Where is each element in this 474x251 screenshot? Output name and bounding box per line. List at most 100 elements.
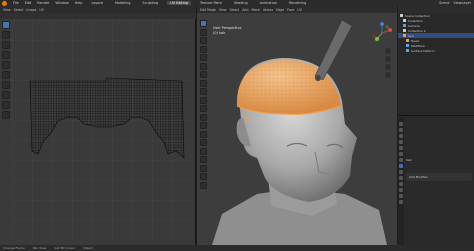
particles-tab-icon[interactable] [399, 170, 403, 174]
viewport-menu-face[interactable]: Face [287, 8, 294, 12]
uv-toolbar [2, 21, 10, 119]
menu-render[interactable]: Render [37, 1, 49, 5]
tab-shading[interactable]: Shading [231, 1, 251, 5]
add-modifier-button[interactable]: Add Modifier [406, 173, 472, 181]
shear-icon[interactable] [200, 173, 207, 180]
tab-rendering[interactable]: Rendering [286, 1, 309, 5]
uv-menu-image[interactable]: Image [26, 8, 36, 12]
scene-tab-icon[interactable] [399, 146, 403, 150]
scene-select[interactable]: Scene [439, 1, 449, 5]
select-box-icon[interactable] [200, 20, 207, 27]
relax-tool-icon[interactable] [2, 101, 10, 109]
scale-tool-icon[interactable] [2, 61, 10, 69]
zoom-icon[interactable] [385, 48, 391, 54]
viewport-menu-mesh[interactable]: Mesh [251, 8, 259, 12]
pinch-tool-icon[interactable] [2, 111, 10, 119]
status-hint-1: Change Frame [3, 246, 25, 250]
annotate-tool-icon[interactable] [2, 81, 10, 89]
3d-viewport[interactable]: Edit Mode View Select Add Mesh Vertex Ed… [197, 6, 397, 245]
outliner-type-icon [406, 44, 409, 47]
modifier-tab-icon[interactable] [399, 164, 403, 168]
view-layer-tab-icon[interactable] [399, 140, 403, 144]
scale-icon[interactable] [200, 54, 207, 61]
cursor-tool-icon[interactable] [2, 31, 10, 39]
uv-editor[interactable]: View Select Image UV [0, 6, 196, 245]
inset-icon[interactable] [200, 96, 207, 104]
poly-build-icon[interactable] [200, 130, 207, 138]
outliner-row[interactable]: Surface Deform [398, 48, 474, 53]
uv-editor-header: View Select Image UV [0, 6, 196, 13]
outliner-row-label: Collection [408, 18, 423, 23]
tab-sculpting[interactable]: Sculpting [139, 1, 161, 5]
mode-select[interactable]: Edit Mode [200, 8, 216, 12]
grab-tool-icon[interactable] [2, 91, 10, 99]
perspective-toggle-icon[interactable] [385, 72, 391, 78]
transform-tool-icon[interactable] [2, 71, 10, 79]
move-icon[interactable] [200, 37, 207, 44]
world-tab-icon[interactable] [399, 152, 403, 156]
uv-menu-select[interactable]: Select [14, 8, 24, 12]
extrude-icon[interactable] [200, 88, 207, 95]
tab-animation[interactable]: Animation [257, 1, 280, 5]
status-hint-2: Pan View [32, 246, 47, 250]
camera-view-icon[interactable] [385, 64, 391, 70]
viewport-menu-select[interactable]: Select [229, 8, 239, 12]
cursor-icon[interactable] [200, 28, 207, 36]
material-tab-icon[interactable] [399, 194, 403, 198]
uv-menu-uv[interactable]: UV [39, 8, 44, 12]
data-tab-icon[interactable] [399, 188, 403, 192]
menu-help[interactable]: Help [75, 1, 83, 5]
texture-tab-icon[interactable] [399, 200, 403, 204]
pan-icon[interactable] [385, 56, 391, 62]
viewport-menu-uv[interactable]: UV [297, 8, 302, 12]
transform-icon[interactable] [200, 62, 207, 70]
tab-layout[interactable]: Layout [88, 1, 106, 5]
right-sidebar: Scene Collection Collection Camera Collecti… [398, 6, 474, 245]
menu-window[interactable]: Window [55, 1, 68, 5]
outliner-tree: Scene Collection Collection Camera Collecti… [398, 13, 474, 53]
object-tab-icon[interactable] [399, 158, 403, 162]
viewport-menu-view[interactable]: View [219, 8, 227, 12]
outliner-row-label: Surface Deform [411, 48, 435, 53]
render-tab-icon[interactable] [399, 128, 403, 132]
shrink-icon[interactable] [200, 164, 207, 172]
outliner-row-label: Collection 2 [408, 28, 426, 33]
tab-modeling[interactable]: Modeling [112, 1, 133, 5]
viewport-menu-vertex[interactable]: Vertex [263, 8, 273, 12]
physics-tab-icon[interactable] [399, 176, 403, 180]
blender-logo-icon[interactable] [2, 0, 7, 6]
spin-icon[interactable] [200, 139, 207, 146]
viewport-menu-edge[interactable]: Edge [276, 8, 284, 12]
measure-icon[interactable] [200, 79, 207, 87]
status-hint-3: Set 3D Cursor [54, 246, 76, 250]
tool-tab-icon[interactable] [399, 122, 403, 126]
select-tool-icon[interactable] [2, 21, 10, 29]
view-layer-select[interactable]: ViewLayer [454, 1, 472, 5]
outliner-row-label: Camera [408, 23, 420, 28]
uv-canvas[interactable] [12, 20, 192, 240]
uv-menu-view[interactable]: View [3, 8, 11, 12]
edge-slide-icon[interactable] [200, 156, 207, 163]
tab-uv-editing[interactable]: UV Editing [167, 1, 191, 5]
smooth-icon[interactable] [200, 147, 207, 155]
annotate-icon[interactable] [200, 71, 207, 78]
constraints-tab-icon[interactable] [399, 182, 403, 186]
navigation-gizmo-icon[interactable] [371, 22, 393, 44]
rotate-icon[interactable] [200, 45, 207, 53]
menu-edit[interactable]: Edit [25, 1, 32, 5]
tab-texture-paint[interactable]: Texture Paint [197, 1, 225, 5]
outliner-type-icon [403, 19, 406, 22]
bevel-icon[interactable] [200, 105, 207, 112]
properties-editor[interactable]: hair Add Modifier [398, 118, 474, 245]
viewport-menu-add[interactable]: Add [242, 8, 248, 12]
rip-icon[interactable] [200, 181, 207, 189]
output-tab-icon[interactable] [399, 134, 403, 138]
knife-icon[interactable] [200, 122, 207, 129]
loop-cut-icon[interactable] [200, 113, 207, 121]
menu-file[interactable]: File [13, 1, 19, 5]
active-object-label: (0) hair [213, 31, 226, 35]
outliner-type-icon [403, 29, 406, 32]
move-tool-icon[interactable] [2, 41, 10, 49]
rotate-tool-icon[interactable] [2, 51, 10, 59]
outliner[interactable]: Scene Collection Collection Camera Collecti… [398, 6, 474, 116]
